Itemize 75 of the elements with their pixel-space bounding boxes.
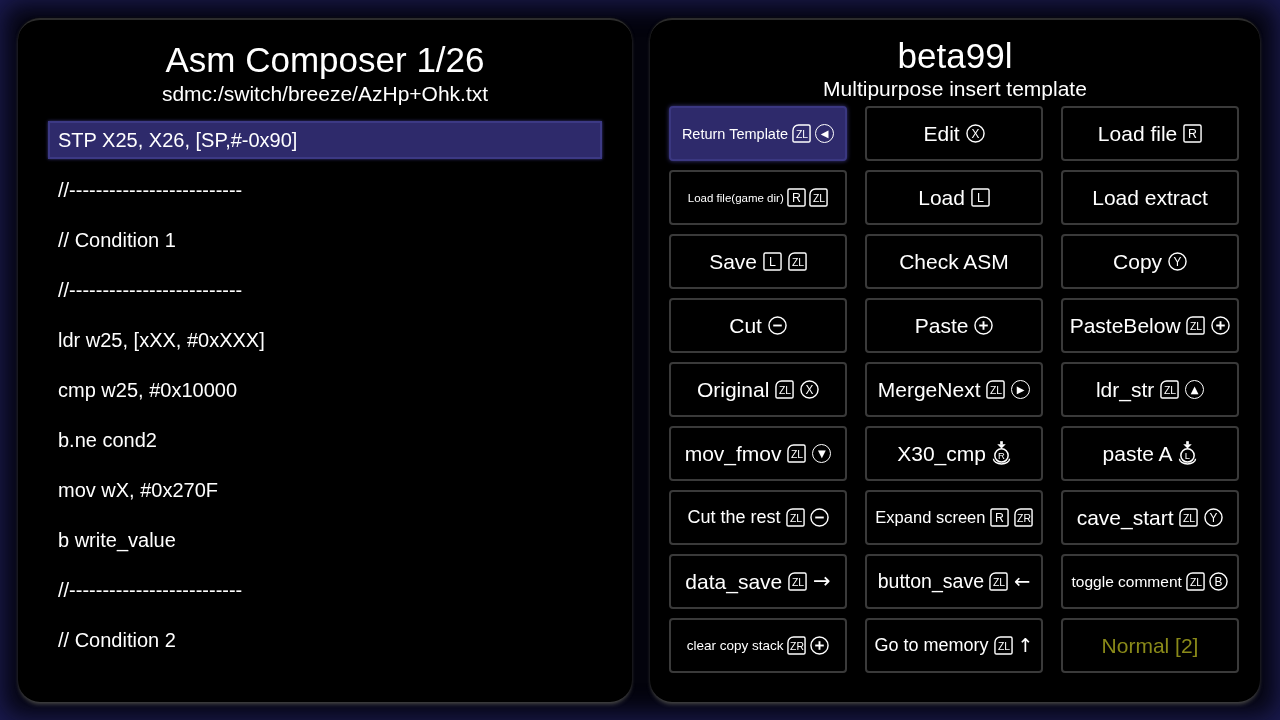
code-line[interactable]: //-------------------------- [48,571,602,609]
trigger-button-icon: ZL [785,508,805,527]
face-button-icon: Y [1167,252,1187,271]
arrow-icon: ↑ [1017,636,1034,655]
trigger-button-icon: ZL [809,188,829,207]
code-line[interactable]: mov wX, #0x270F [48,471,602,509]
code-line[interactable]: //-------------------------- [48,171,602,209]
template-button[interactable]: Return Template ZL ◀ [669,106,847,161]
face-button-icon: X [965,124,985,143]
template-button[interactable]: cave_start ZL Y [1061,490,1239,545]
template-button[interactable]: Copy Y [1061,234,1239,289]
arrow-icon: → [813,571,831,592]
template-button[interactable]: mov_fmov ZL ▼ [669,426,847,481]
template-button[interactable]: X30_cmp R [865,426,1043,481]
template-button[interactable]: Load file(game dir) R ZL [669,170,847,225]
trigger-button-icon: ZR [787,636,807,655]
shoulder-button-icon: R [786,188,806,207]
template-button[interactable]: PasteBelow ZL [1061,298,1239,353]
file-path: sdmc:/switch/breeze/AzHp+Ohk.txt [161,81,489,107]
template-button[interactable]: Edit X [865,106,1043,161]
template-subtitle: Multipurpose insert template [823,76,1087,102]
template-button[interactable]: Load L [865,170,1043,225]
template-button[interactable]: MergeNext ZL ▶ [865,362,1043,417]
minus-circle-icon [809,508,829,527]
template-button[interactable]: toggle comment ZL B [1061,554,1239,609]
trigger-button-icon: ZL [775,380,795,399]
code-line[interactable]: b.ne cond2 [48,421,602,459]
minus-circle-icon [767,316,787,335]
trigger-button-icon: ZL [1186,316,1206,335]
template-button[interactable]: Load file R [1061,106,1239,161]
plus-circle-icon [974,316,994,335]
trigger-button-icon: ZL [787,444,807,463]
arrow-icon: ← [1013,571,1031,592]
template-button[interactable]: button_save ZL ← [865,554,1043,609]
shoulder-button-icon: L [970,188,990,207]
code-line[interactable]: // Condition 1 [48,221,602,259]
trigger-button-icon: ZL [1186,572,1206,591]
template-button[interactable]: Check ASM [865,234,1043,289]
template-button[interactable]: Paste [865,298,1043,353]
template-title: beta99l [897,36,1013,76]
editor-title: Asm Composer 1/26 [165,40,485,80]
face-button-icon: Y [1204,508,1224,527]
code-line[interactable]: cmp w25, #0x10000 [48,371,602,409]
template-button[interactable]: clear copy stack ZR [669,618,847,673]
shoulder-button-icon: R [1183,124,1203,143]
template-button[interactable]: Cut [669,298,847,353]
template-button[interactable]: Normal [2] [1061,618,1239,673]
trigger-button-icon: ZR [1013,508,1033,527]
template-button[interactable]: paste A L [1061,426,1239,481]
trigger-button-icon: ZL [792,124,812,143]
trigger-button-icon: ZL [787,252,807,271]
template-button[interactable]: data_save ZL → [669,554,847,609]
trigger-button-icon: ZL [986,380,1006,399]
plus-circle-icon [810,636,830,655]
template-button[interactable]: Load extract [1061,170,1239,225]
plus-circle-icon [1211,316,1231,335]
trigger-button-icon: ZL [989,572,1009,591]
template-button[interactable]: Go to memory ZL ↑ [865,618,1043,673]
code-line[interactable]: //-------------------------- [48,271,602,309]
template-button[interactable]: Expand screen R ZR [865,490,1043,545]
shoulder-button-icon: R [990,508,1010,527]
trigger-button-icon: ZL [788,572,808,591]
template-button[interactable]: Original ZL X [669,362,847,417]
face-button-icon: B [1209,572,1229,591]
shoulder-button-icon: L [762,252,782,271]
trigger-button-icon: ZL [1160,380,1180,399]
template-button[interactable]: Save L ZL [669,234,847,289]
template-button[interactable]: Cut the rest ZL [669,490,847,545]
template-button[interactable]: ldr_str ZL ▲ [1061,362,1239,417]
face-button-icon: X [800,380,820,399]
code-line[interactable]: b write_value [48,521,602,559]
code-line[interactable]: // Condition 2 [48,621,602,659]
trigger-button-icon: ZL [993,636,1013,655]
trigger-button-icon: ZL [1179,508,1199,527]
code-line[interactable]: ldr w25, [xXX, #0xXXX] [48,321,602,359]
